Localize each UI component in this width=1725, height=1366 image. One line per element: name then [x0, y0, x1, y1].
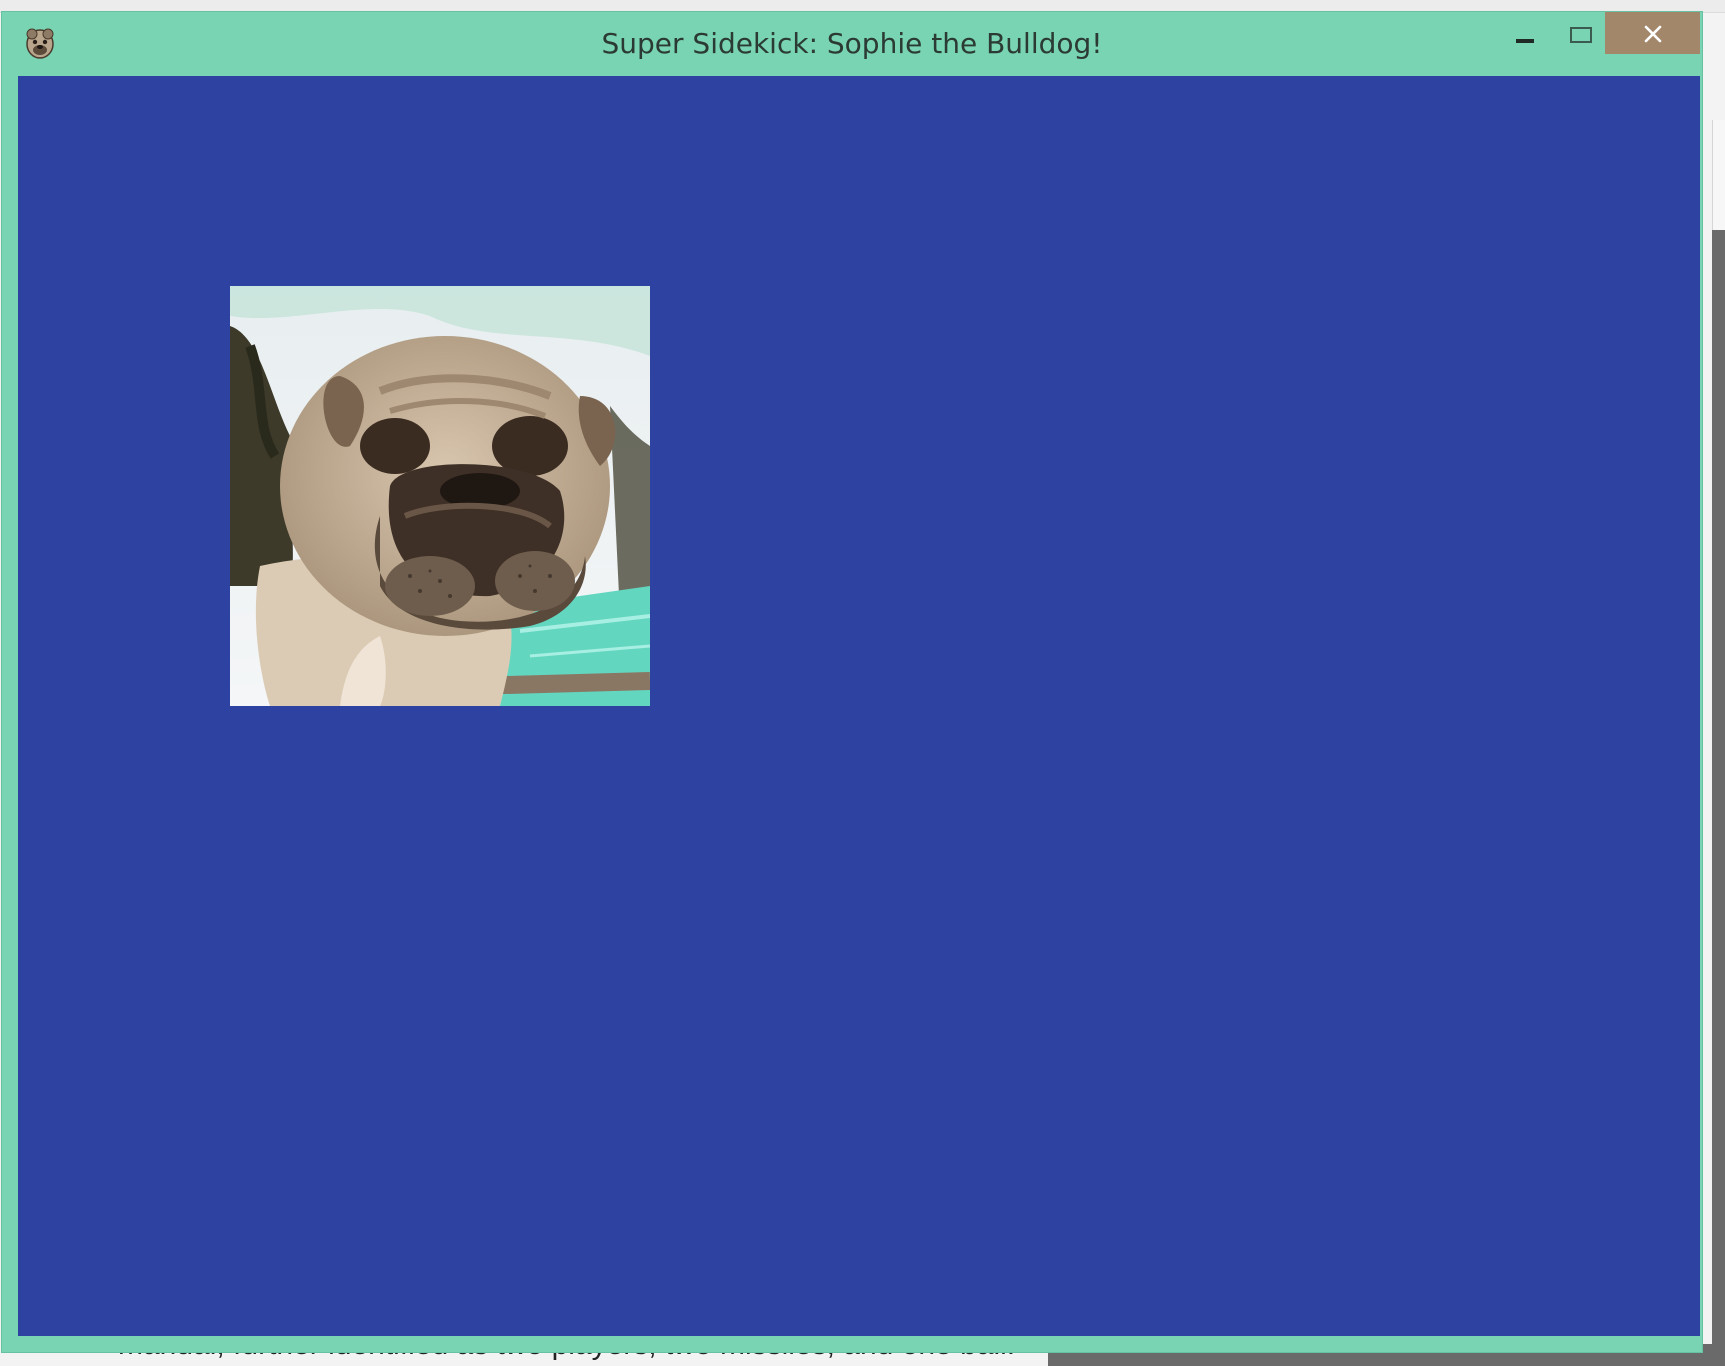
background-scroll-area	[1712, 230, 1725, 1366]
minimize-button[interactable]	[1502, 12, 1544, 54]
game-canvas[interactable]	[18, 76, 1700, 1336]
title-bar[interactable]: Super Sidekick: Sophie the Bulldog!	[2, 12, 1702, 76]
minimize-icon	[1516, 39, 1534, 43]
close-button[interactable]	[1605, 12, 1700, 54]
close-icon	[1644, 25, 1662, 43]
window-title: Super Sidekick: Sophie the Bulldog!	[601, 27, 1103, 60]
bulldog-photo-sprite[interactable]	[230, 286, 650, 706]
maximize-icon	[1570, 27, 1592, 43]
game-window: Super Sidekick: Sophie the Bulldog!	[2, 12, 1702, 1352]
maximize-button[interactable]	[1558, 12, 1600, 54]
background-page-margin	[1712, 120, 1725, 230]
